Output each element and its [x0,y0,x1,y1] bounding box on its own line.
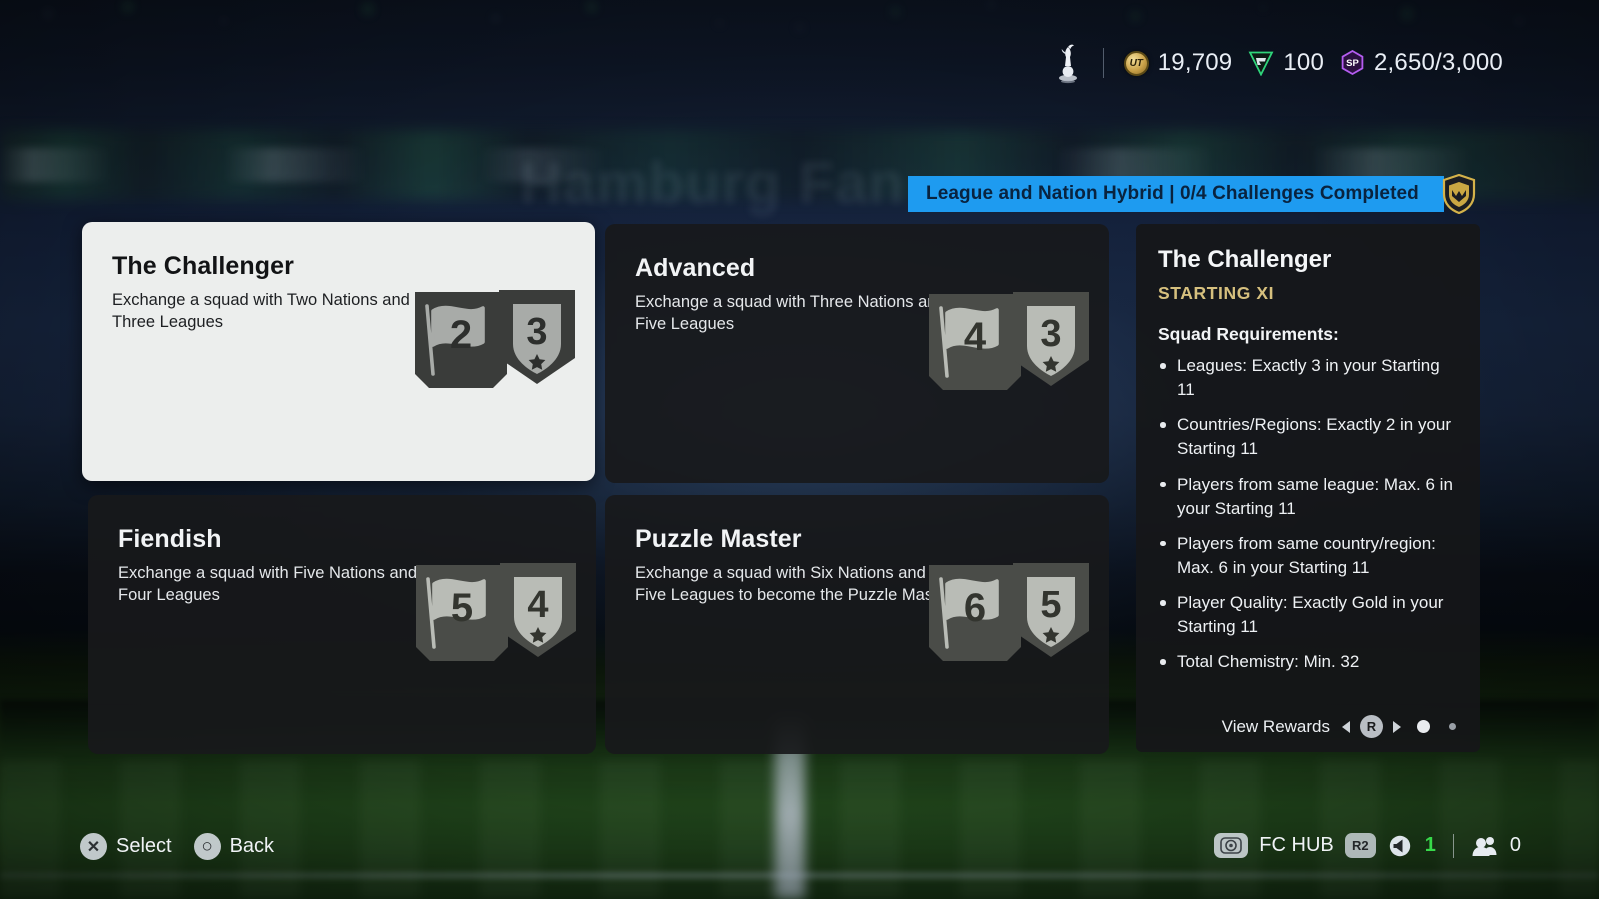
view-rewards-label: View Rewards [1221,716,1330,736]
page-dot-active[interactable] [1417,720,1430,733]
page-dot[interactable] [1449,723,1456,730]
card-requirement-badges: 6 5 [917,551,1097,666]
shield-number-text: 4 [527,584,548,626]
card-description: Exchange a squad with Five Nations and F… [118,564,418,604]
season-points-value: 2,650/3,000 [1374,49,1503,76]
chevron-right-icon[interactable] [1393,720,1401,733]
ut-coin-icon: UT [1123,50,1149,76]
challenge-banner-text: League and Nation Hybrid | 0/4 Challenge… [908,176,1444,212]
challenge-card-advanced[interactable]: Advanced Exchange a squad with Three Nat… [605,224,1109,483]
challenge-card-fiendish[interactable]: Fiendish Exchange a squad with Five Nati… [88,495,596,754]
flag-number-text: 6 [964,586,986,630]
requirement-item: Players from same league: Max. 6 in your… [1158,473,1456,521]
flag-number-text: 2 [450,313,472,357]
bottom-bar-left: ✕ Select ○ Back [80,833,274,860]
requirement-item: Player Quality: Exactly Gold in your Sta… [1158,591,1456,639]
tottenham-cockerel-crest-icon [1055,42,1081,84]
fc-hub-label[interactable]: FC HUB [1259,834,1333,857]
coins-value: 19,709 [1157,49,1233,76]
season-points-icon: SP [1340,50,1365,76]
chevron-left-icon[interactable] [1342,720,1350,733]
panel-title: The Challenger [1158,246,1332,273]
shield-number-text: 5 [1040,584,1061,626]
r-button-icon[interactable]: R [1360,715,1383,738]
fc-points-value: 100 [1283,49,1324,76]
app-root: Hamburg Fan UT 19,709 [0,0,1599,899]
flag-number-text: 4 [964,315,987,359]
circle-button-icon: ○ [193,833,221,860]
touchpad-icon[interactable] [1214,833,1249,858]
currency-coins[interactable]: UT 19,709 [1123,49,1233,77]
card-title: The Challenger [112,252,294,280]
friends-value: 0 [1509,834,1521,856]
challenge-detail-panel: The Challenger STARTING XI Squad Require… [1136,224,1480,752]
fc-points-icon [1248,51,1274,76]
friends-icon[interactable] [1471,834,1499,858]
select-label: Select [116,835,172,857]
challenge-card-puzzle-master[interactable]: Puzzle Master Exchange a squad with Six … [605,495,1109,754]
card-requirement-badges: 5 4 [404,551,584,666]
challenge-banner[interactable]: League and Nation Hybrid | 0/4 Challenge… [908,174,1476,214]
speaker-icon[interactable] [1387,833,1414,858]
card-description: Exchange a squad with Three Nations and … [635,293,946,333]
card-requirement-badges: 4 3 [917,280,1097,395]
card-description: Exchange a squad with Two Nations and Th… [112,291,410,331]
shield-number-text: 3 [526,311,547,353]
challenge-card-the-challenger[interactable]: The Challenger Exchange a squad with Two… [82,222,595,481]
requirement-item: Leagues: Exactly 3 in your Starting 11 [1158,354,1456,402]
card-description: Exchange a squad with Six Nations and Fi… [635,564,953,604]
squad-requirements-list: Leagues: Exactly 3 in your Starting 11 C… [1158,354,1456,674]
squad-requirements-heading: Squad Requirements: [1158,324,1339,344]
back-action[interactable]: ○ Back [193,833,275,860]
bottom-divider [1452,833,1454,858]
sbc-shield-badge-icon [1442,174,1476,214]
bottom-bar-right: FC HUB R2 1 0 [1214,833,1521,858]
currency-fc-points[interactable]: 100 [1248,49,1324,77]
card-title: Fiendish [118,525,222,553]
view-rewards-control[interactable]: View Rewards R [1136,715,1480,738]
panel-subtitle: STARTING XI [1158,283,1275,303]
select-action[interactable]: ✕ Select [80,833,172,860]
flag-number-text: 5 [451,586,473,630]
cross-button-icon: ✕ [80,833,107,860]
card-requirement-badges: 2 3 [403,278,583,393]
volume-value: 1 [1424,834,1436,856]
season-points-icon-label: SP [1346,57,1359,69]
requirement-item: Total Chemistry: Min. 32 [1158,650,1456,674]
topbar-divider [1102,48,1104,78]
requirement-item: Players from same country/region: Max. 6… [1158,532,1456,580]
card-title: Puzzle Master [635,525,802,553]
card-title: Advanced [635,254,756,282]
requirement-item: Countries/Regions: Exactly 2 in your Sta… [1158,413,1456,461]
r2-button-icon[interactable]: R2 [1344,833,1376,858]
currency-season-points[interactable]: SP 2,650/3,000 [1340,49,1503,77]
top-status-bar: UT 19,709 100 SP 2,650/3,000 [1055,40,1503,86]
challenge-card-grid: The Challenger Exchange a squad with Two… [82,222,1112,754]
back-label: Back [229,835,275,857]
shield-number-text: 3 [1040,313,1061,355]
